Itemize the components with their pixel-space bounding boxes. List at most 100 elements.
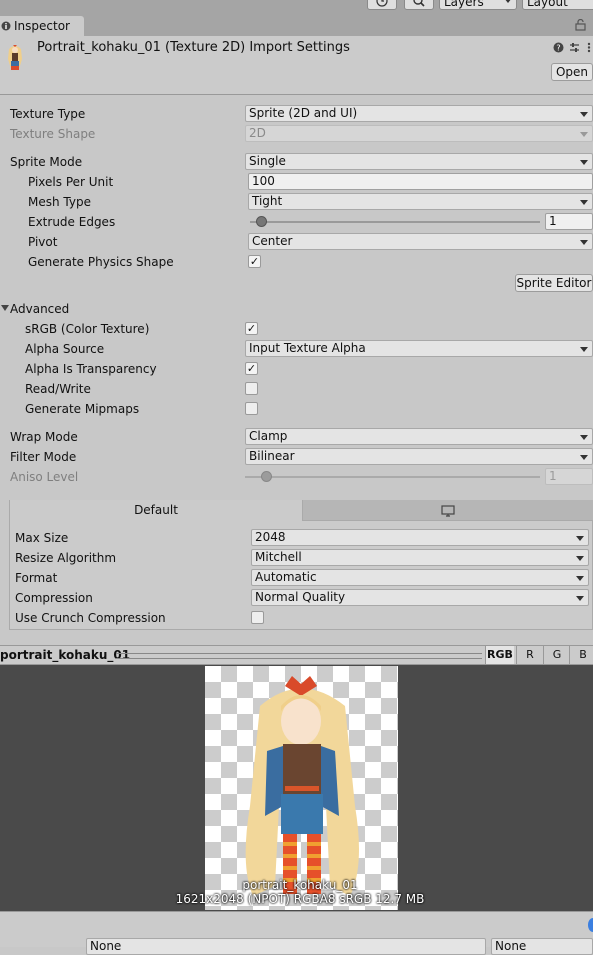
kebab-menu-icon[interactable]	[586, 42, 592, 53]
max-size-dropdown[interactable]: 2048	[251, 529, 589, 546]
tab-inspector-label: Inspector	[14, 19, 70, 33]
channel-b-button[interactable]: B	[569, 646, 593, 664]
extrude-edges-slider-track[interactable]	[250, 221, 540, 223]
pivot-value: Center	[252, 234, 293, 248]
chevron-down-icon	[580, 132, 588, 137]
texture-type-value: Sprite (2D and UI)	[249, 106, 358, 120]
use-crunch-label: Use Crunch Compression	[15, 611, 166, 625]
tab-standalone[interactable]	[303, 500, 593, 521]
bottom-right-dropdown[interactable]: None	[491, 938, 593, 955]
format-label: Format	[15, 571, 58, 585]
layers-dropdown[interactable]: Layers	[439, 0, 517, 10]
alpha-source-value: Input Texture Alpha	[249, 341, 366, 355]
texture-shape-value: 2D	[249, 126, 266, 140]
resize-algorithm-dropdown[interactable]: Mitchell	[251, 549, 589, 566]
tab-inspector[interactable]: Inspector	[0, 16, 84, 36]
texture-type-dropdown[interactable]: Sprite (2D and UI)	[245, 105, 593, 122]
wrap-mode-dropdown[interactable]: Clamp	[245, 428, 593, 445]
texture-shape-dropdown: 2D	[245, 125, 593, 142]
svg-text:?: ?	[556, 44, 560, 53]
wrap-mode-value: Clamp	[249, 429, 288, 443]
wrap-mode-label: Wrap Mode	[10, 430, 78, 444]
extrude-edges-label: Extrude Edges	[28, 215, 116, 229]
srgb-checkbox[interactable]: ✓	[245, 322, 258, 335]
sprite-editor-button[interactable]: Sprite Editor	[515, 274, 593, 292]
pixels-per-unit-field[interactable]: 100	[248, 173, 593, 190]
toggle-indicator[interactable]	[588, 918, 593, 932]
presets-icon[interactable]	[569, 42, 580, 53]
compression-label: Compression	[15, 591, 93, 605]
search-button[interactable]	[404, 0, 434, 10]
alpha-source-dropdown[interactable]: Input Texture Alpha	[245, 340, 593, 357]
header-title: Portrait_kohaku_01 (Texture 2D) Import S…	[37, 40, 350, 55]
advanced-foldout[interactable]: Advanced	[10, 300, 69, 318]
history-icon	[376, 0, 388, 7]
chevron-down-icon	[580, 112, 588, 117]
chevron-down-icon	[576, 536, 584, 541]
alpha-source-label: Alpha Source	[25, 342, 105, 356]
format-dropdown[interactable]: Automatic	[251, 569, 589, 586]
alpha-is-transparency-checkbox[interactable]: ✓	[245, 362, 258, 375]
open-button[interactable]: Open	[551, 63, 593, 81]
use-crunch-checkbox[interactable]	[251, 611, 264, 624]
chevron-down-icon	[576, 596, 584, 601]
alpha-is-transparency-label: Alpha Is Transparency	[25, 362, 157, 376]
bottom-left-value: None	[90, 939, 122, 953]
read-write-checkbox[interactable]	[245, 382, 258, 395]
search-icon	[413, 0, 425, 7]
filter-mode-dropdown[interactable]: Bilinear	[245, 448, 593, 465]
asset-thumbnail	[5, 43, 25, 71]
foldout-arrow-icon[interactable]	[1, 305, 9, 311]
chevron-down-icon	[580, 200, 588, 205]
texture-preview	[205, 666, 398, 910]
bottom-right-value: None	[495, 939, 527, 953]
generate-mipmaps-label: Generate Mipmaps	[25, 402, 140, 416]
chevron-down-icon	[580, 240, 588, 245]
generate-mipmaps-checkbox[interactable]	[245, 402, 258, 415]
layout-dropdown[interactable]: Layout	[522, 0, 593, 10]
tab-default[interactable]: Default	[10, 500, 303, 521]
bottom-left-dropdown[interactable]: None	[86, 938, 486, 955]
pivot-dropdown[interactable]: Center	[248, 233, 593, 250]
layout-label: Layout	[527, 0, 568, 9]
extrude-edges-slider-thumb[interactable]	[256, 216, 267, 227]
compression-value: Normal Quality	[255, 590, 346, 604]
aniso-level-label: Aniso Level	[10, 470, 79, 484]
texture-type-label: Texture Type	[10, 107, 86, 121]
chevron-down-icon	[580, 160, 588, 165]
preview-drag-handle[interactable]	[116, 653, 482, 659]
extrude-edges-field[interactable]: 1	[545, 213, 593, 230]
sprite-mode-label: Sprite Mode	[10, 155, 83, 169]
chevron-down-icon	[504, 0, 512, 3]
mesh-type-dropdown[interactable]: Tight	[248, 193, 593, 210]
read-write-label: Read/Write	[25, 382, 91, 396]
compression-dropdown[interactable]: Normal Quality	[251, 589, 589, 606]
character-image	[245, 676, 359, 896]
chevron-down-icon	[576, 576, 584, 581]
srgb-label: sRGB (Color Texture)	[25, 322, 150, 336]
generate-physics-shape-checkbox[interactable]: ✓	[248, 255, 261, 268]
channel-g-button[interactable]: G	[543, 646, 570, 664]
aniso-level-slider-thumb	[261, 471, 272, 482]
resize-algorithm-label: Resize Algorithm	[15, 551, 117, 565]
format-value: Automatic	[255, 570, 317, 584]
filter-mode-label: Filter Mode	[10, 450, 77, 464]
pivot-label: Pivot	[28, 235, 58, 249]
mesh-type-label: Mesh Type	[28, 195, 91, 209]
chevron-down-icon	[580, 435, 588, 440]
history-button[interactable]	[367, 0, 397, 10]
help-icon[interactable]: ?	[553, 42, 564, 53]
pixels-per-unit-label: Pixels Per Unit	[28, 175, 114, 189]
texture-shape-label: Texture Shape	[10, 127, 96, 141]
layers-label: Layers	[444, 0, 484, 9]
lock-icon[interactable]	[575, 19, 586, 31]
preview-name: portrait_kohaku_01	[242, 878, 358, 892]
channel-rgb-button[interactable]: RGB	[485, 646, 514, 664]
info-icon	[1, 21, 11, 31]
tab-bar	[0, 14, 593, 36]
preview-info: 1621x2048 (NPOT) RGBA8 sRGB 12.7 MB	[175, 892, 425, 906]
sprite-mode-dropdown[interactable]: Single	[245, 153, 593, 170]
max-size-label: Max Size	[15, 531, 69, 545]
channel-r-button[interactable]: R	[516, 646, 543, 664]
max-size-value: 2048	[255, 530, 286, 544]
